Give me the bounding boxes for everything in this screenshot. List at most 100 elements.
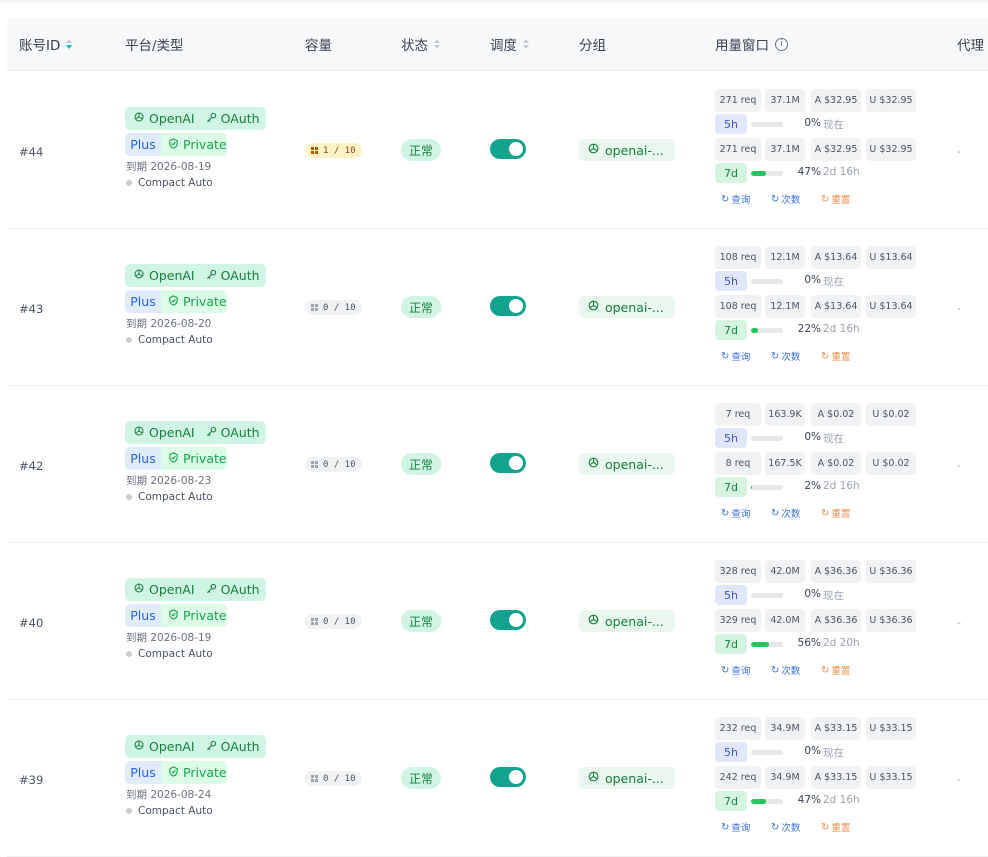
schedule-toggle[interactable] <box>490 610 526 630</box>
table-row: #42 OpenAI OAuth Plus Private 到期 2026-08… <box>7 385 988 543</box>
usage-5h-cost-u: U $13.64 <box>866 246 916 269</box>
platform-name: OpenAI <box>149 425 195 440</box>
count-button[interactable]: ↻ 次数 <box>771 192 800 207</box>
header-group-label: 分组 <box>579 38 606 54</box>
query-button[interactable]: ↻ 查询 <box>721 192 750 207</box>
count-button[interactable]: ↻ 次数 <box>771 820 801 835</box>
toggle-knob <box>509 770 523 784</box>
usage-5h-cost-a: A $0.02 <box>811 403 861 426</box>
header-account-id[interactable]: 账号ID <box>19 18 73 70</box>
header-status[interactable]: 状态 <box>401 18 440 70</box>
reset-icon: ↻ <box>821 664 830 676</box>
shield-icon <box>168 608 179 623</box>
key-icon <box>206 739 217 754</box>
reset-label: 重置 <box>831 823 851 834</box>
window-7d-reset: 2d 16h <box>823 480 860 492</box>
reset-button[interactable]: ↻ 重置 <box>821 820 851 835</box>
openai-logo-icon <box>587 299 600 315</box>
plan-badge: Plus <box>125 290 161 313</box>
capacity-value: 0 / 10 <box>323 302 356 313</box>
header-capacity: 容量 <box>305 18 332 70</box>
window-5h-progress <box>751 436 783 441</box>
plan-badge: Plus <box>125 133 161 156</box>
plan-label: Plus <box>130 137 156 152</box>
plan-label: Plus <box>130 294 156 309</box>
schedule-toggle[interactable] <box>490 453 526 473</box>
openai-logo-icon <box>133 739 145 754</box>
window-7d-reset: 2d 16h <box>823 323 860 335</box>
reset-button[interactable]: ↻ 重置 <box>821 506 850 521</box>
reset-button[interactable]: ↻ 重置 <box>821 663 851 678</box>
sort-icon[interactable] <box>66 39 73 49</box>
status-badge: 正常 <box>401 453 442 475</box>
window-7d-progress <box>751 485 783 490</box>
expiry-date: 到期 2026-08-20 <box>126 318 212 330</box>
usage-7d-tokens: 42.0M <box>765 609 805 632</box>
proxy-value: - <box>957 616 961 629</box>
count-label: 次数 <box>781 352 801 363</box>
query-button[interactable]: ↻ 查询 <box>721 349 750 364</box>
group-badge[interactable]: openai-... <box>579 610 675 632</box>
count-label: 次数 <box>781 666 801 677</box>
table-row: #43 OpenAI OAuth Plus Private 到期 2026-08… <box>7 228 988 386</box>
window-5h-label: 5h <box>715 742 747 762</box>
privacy-badge: Private <box>161 761 227 784</box>
info-icon[interactable]: i <box>775 37 788 51</box>
compact-mode: Compact Auto <box>126 177 213 189</box>
schedule-toggle[interactable] <box>490 139 526 159</box>
group-badge[interactable]: openai-... <box>579 296 675 318</box>
usage-7d-cost-a: A $36.36 <box>811 609 861 632</box>
reset-label: 重置 <box>831 666 851 677</box>
usage-5h-cost-u: U $33.15 <box>866 717 916 740</box>
capacity-value: 0 / 10 <box>323 616 356 627</box>
window-7d-progress <box>751 642 783 647</box>
proxy-value: - <box>957 773 961 786</box>
account-id: #44 <box>19 145 44 159</box>
key-icon <box>206 268 217 283</box>
sort-icon[interactable] <box>434 39 440 49</box>
plan-badge: Plus <box>125 604 161 627</box>
window-5h-progress <box>751 279 783 284</box>
count-button[interactable]: ↻ 次数 <box>771 349 801 364</box>
privacy-label: Private <box>183 137 227 152</box>
query-button[interactable]: ↻ 查询 <box>721 820 750 835</box>
toggle-knob <box>509 456 523 470</box>
schedule-toggle[interactable] <box>490 296 526 316</box>
auth-type: OAuth <box>220 739 260 754</box>
plan-badge: Plus <box>125 447 161 470</box>
platform-name: OpenAI <box>149 268 195 283</box>
status-badge: 正常 <box>401 610 442 632</box>
header-platform-label: 平台/类型 <box>125 38 184 54</box>
capacity-badge: 0 / 10 <box>305 300 362 315</box>
sort-icon[interactable] <box>523 39 529 49</box>
window-7d-percent: 2% <box>804 480 821 492</box>
capacity-value: 1 / 10 <box>323 145 356 156</box>
capacity-badge: 0 / 10 <box>305 771 362 786</box>
count-button[interactable]: ↻ 次数 <box>771 506 800 521</box>
reset-icon: ↻ <box>821 193 830 205</box>
table-row: #44 OpenAI OAuth Plus Private 到期 2026-08… <box>7 71 988 229</box>
group-badge[interactable]: openai-... <box>579 453 675 475</box>
usage-7d-requests: 271 req <box>715 138 761 161</box>
reset-button[interactable]: ↻ 重置 <box>821 192 851 207</box>
header-platform: 平台/类型 <box>125 18 184 70</box>
query-button[interactable]: ↻ 查询 <box>721 506 750 521</box>
group-badge[interactable]: openai-... <box>579 767 675 789</box>
compact-label: Compact Auto <box>138 648 213 660</box>
schedule-toggle[interactable] <box>490 767 526 787</box>
window-7d-label: 7d <box>715 477 747 497</box>
reset-button[interactable]: ↻ 重置 <box>821 349 850 364</box>
auth-type: OAuth <box>220 268 260 283</box>
count-button[interactable]: ↻ 次数 <box>771 663 801 678</box>
header-schedule[interactable]: 调度 <box>490 18 529 70</box>
expiry-date: 到期 2026-08-23 <box>126 475 212 487</box>
top-border <box>0 0 988 3</box>
count-label: 次数 <box>781 823 801 834</box>
platform-badge: OpenAI OAuth <box>125 735 266 758</box>
group-name: openai-... <box>605 456 664 472</box>
reset-label: 重置 <box>831 195 851 206</box>
query-button[interactable]: ↻ 查询 <box>721 663 751 678</box>
openai-logo-icon <box>133 425 145 440</box>
group-badge[interactable]: openai-... <box>579 139 675 161</box>
query-label: 查询 <box>731 666 751 677</box>
